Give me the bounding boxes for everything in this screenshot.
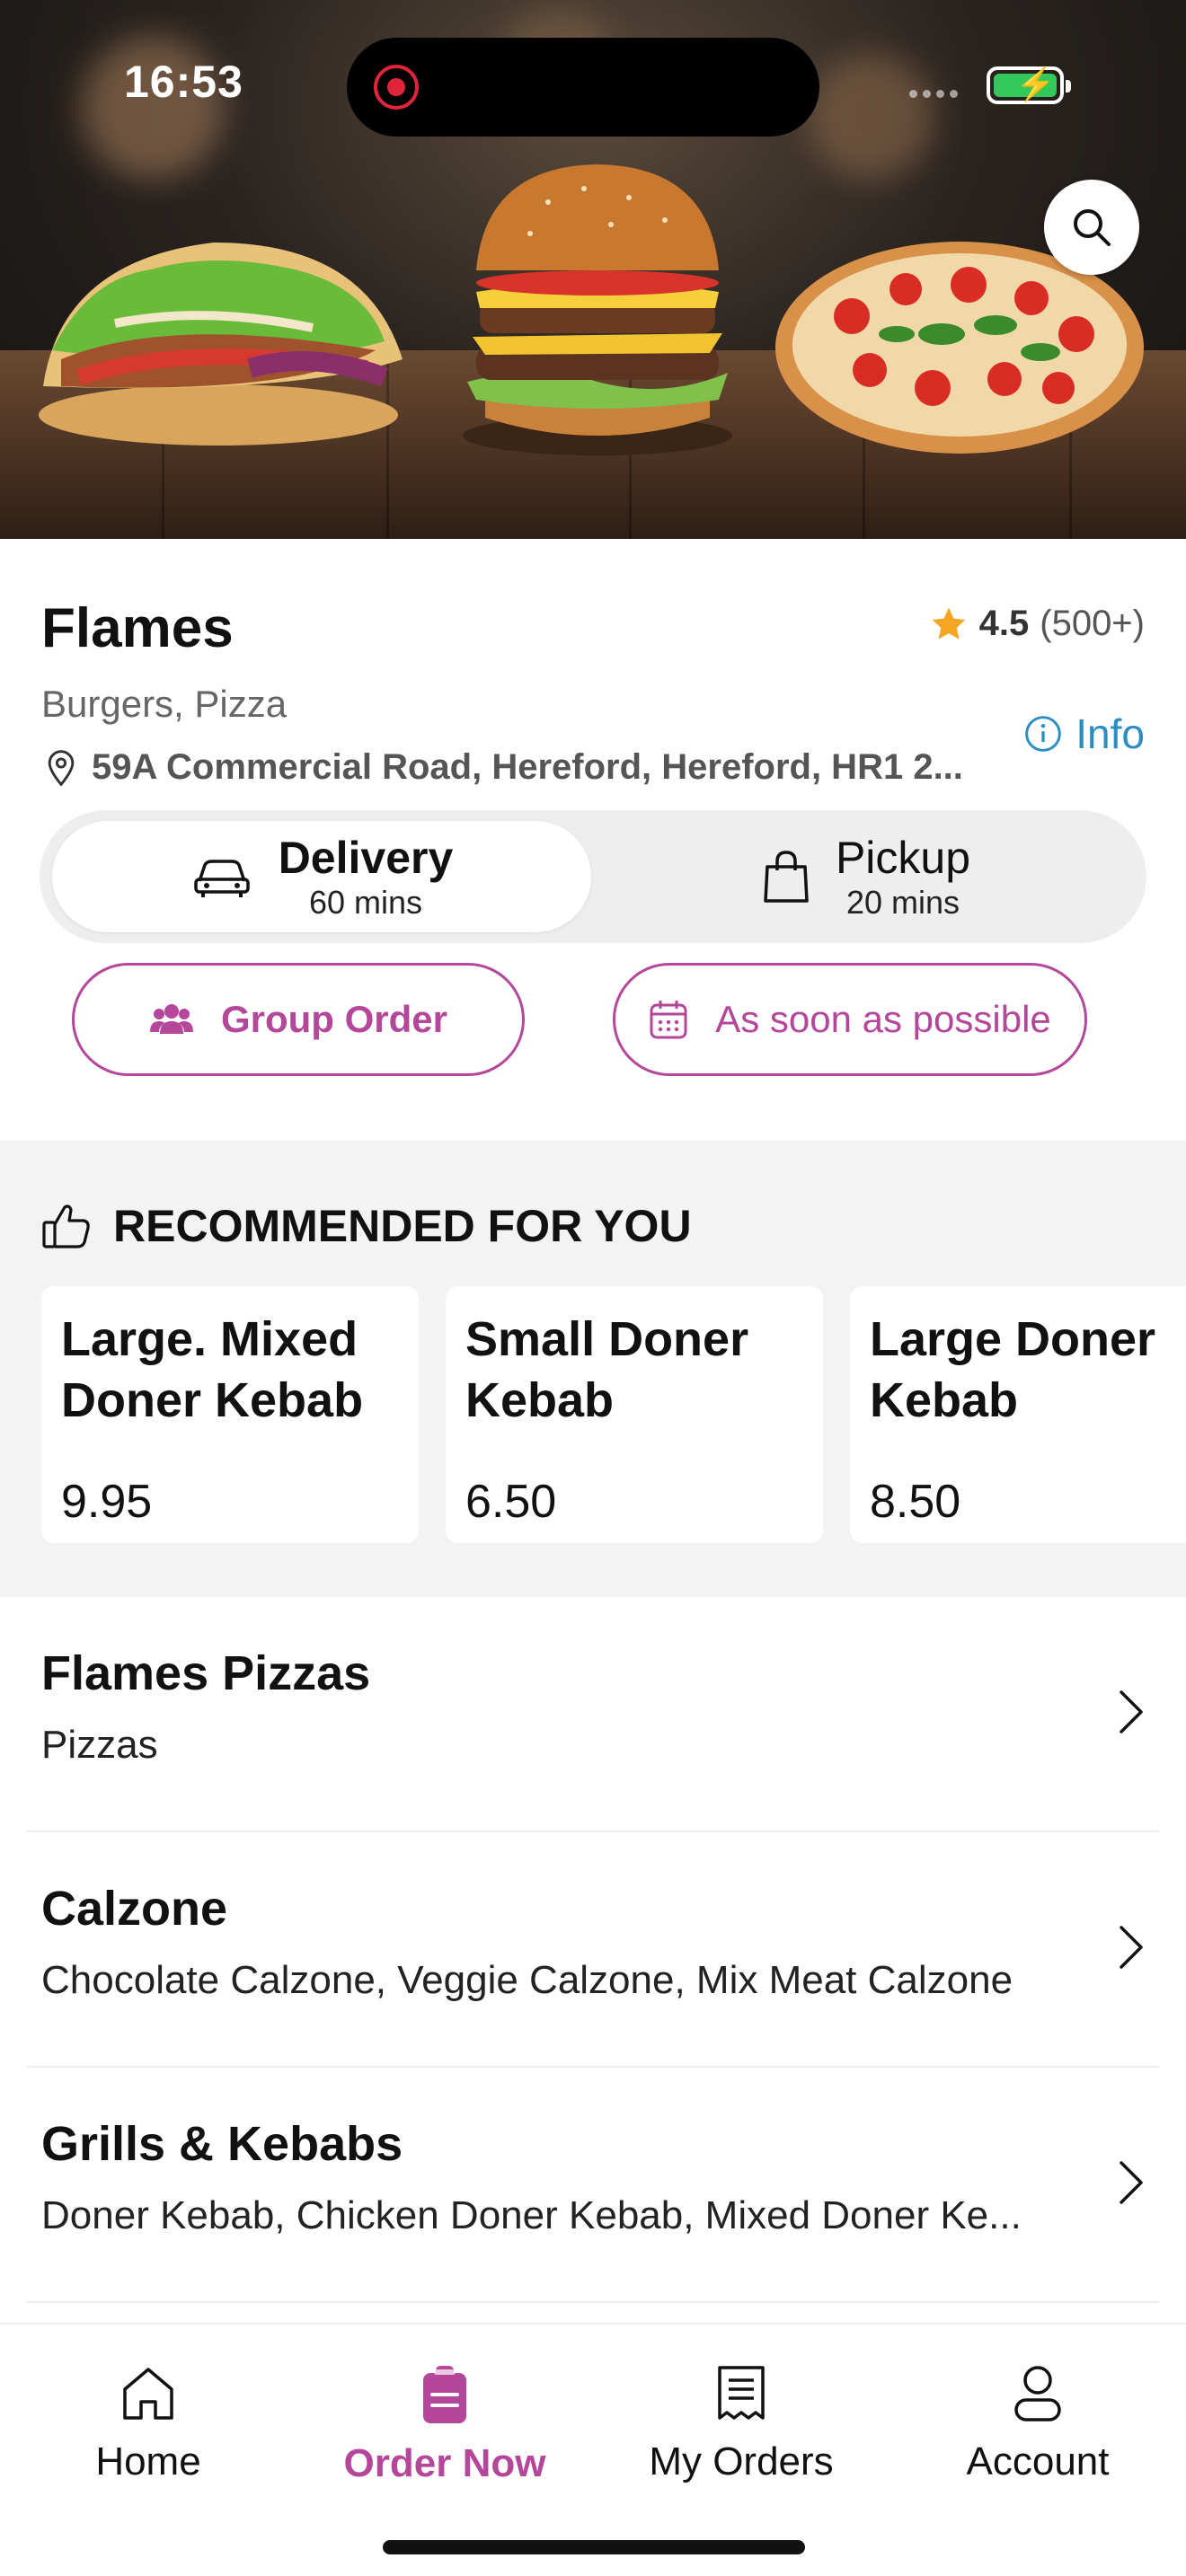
info-label: Info xyxy=(1075,710,1145,757)
chevron-right-icon xyxy=(1120,1926,1143,1969)
restaurant-name: Flames xyxy=(41,597,234,659)
tab-my-orders[interactable]: My Orders xyxy=(593,2364,890,2484)
home-indicator[interactable] xyxy=(383,2540,805,2554)
menu-section-name: Flames Pizzas xyxy=(41,1646,371,1700)
tab-label: My Orders xyxy=(649,2439,834,2483)
delivery-time: 60 mins xyxy=(308,884,423,922)
tab-label: Home xyxy=(95,2439,201,2483)
info-button[interactable]: Info xyxy=(1023,710,1145,758)
group-order-button[interactable]: Group Order xyxy=(72,963,525,1076)
signal-icon xyxy=(909,90,958,98)
recommended-item-name: Small Doner Kebab xyxy=(465,1312,749,1427)
chevron-right-icon xyxy=(1120,1690,1143,1734)
recommended-item-price: 8.50 xyxy=(870,1476,961,1528)
recommended-item-price: 9.95 xyxy=(61,1476,153,1528)
tab-account[interactable]: Account xyxy=(890,2364,1186,2484)
chevron-right-icon xyxy=(1120,2161,1143,2204)
account-icon xyxy=(1014,2366,1061,2422)
dynamic-island xyxy=(347,38,819,137)
status-time: 16:53 xyxy=(124,57,243,107)
recommended-heading: RECOMMENDED FOR YOU xyxy=(41,1200,692,1252)
recommended-title: RECOMMENDED FOR YOU xyxy=(113,1201,692,1251)
tab-order-now[interactable]: Order Now xyxy=(296,2364,593,2486)
recommended-item-name: Large Doner Kebab xyxy=(870,1312,1156,1427)
receipt-icon xyxy=(718,2366,765,2420)
menu-section-row[interactable]: Grills & Kebabs Doner Kebab, Chicken Don… xyxy=(27,2068,1159,2303)
tab-label: Account xyxy=(966,2439,1110,2483)
group-order-label: Group Order xyxy=(220,998,448,1040)
menu-section-name: Grills & Kebabs xyxy=(41,2117,403,2171)
tab-bar: Home Order Now My Orders Account xyxy=(0,2323,1186,2576)
restaurant-info: Flames 4.5 (500+) Burgers, Pizza Info 59… xyxy=(0,539,1186,1141)
recommended-section: RECOMMENDED FOR YOU Large. Mixed Doner K… xyxy=(0,1141,1186,1597)
menu-section-items: Chocolate Calzone, Veggie Calzone, Mix M… xyxy=(41,1958,1013,2002)
cuisine-text: Burgers, Pizza xyxy=(41,683,288,725)
address-text: 59A Commercial Road, Hereford, Hereford,… xyxy=(92,747,963,787)
delivery-option[interactable]: Delivery 60 mins xyxy=(52,821,591,932)
info-icon xyxy=(1025,716,1062,752)
menu-section-row[interactable]: Flames Pizzas Pizzas xyxy=(27,1597,1159,1832)
pickup-label: Pickup xyxy=(835,832,971,883)
search-icon xyxy=(1074,209,1111,246)
recommended-item-name: Large. Mixed Doner Kebab xyxy=(61,1312,364,1427)
menu-section-items: Pizzas xyxy=(41,1723,158,1767)
rating-value: 4.5 xyxy=(978,604,1030,643)
rating: 4.5 (500+) xyxy=(929,604,1145,644)
recording-icon xyxy=(374,65,419,110)
schedule-button[interactable]: As soon as possible xyxy=(613,963,1087,1076)
recommended-card[interactable]: Large. Mixed Doner Kebab 9.95 xyxy=(41,1286,419,1543)
search-button[interactable] xyxy=(1044,180,1139,275)
recommended-item-price: 6.50 xyxy=(465,1476,557,1528)
shopping-bag-icon xyxy=(764,851,809,903)
pickup-option[interactable]: Pickup 20 mins xyxy=(597,821,1136,932)
location-pin-icon xyxy=(48,749,75,787)
menu-section-items: Doner Kebab, Chicken Doner Kebab, Mixed … xyxy=(41,2193,1022,2237)
calendar-icon xyxy=(650,1001,687,1039)
pickup-time: 20 mins xyxy=(845,884,960,922)
recommended-carousel[interactable]: Large. Mixed Doner Kebab 9.95 Small Done… xyxy=(41,1286,1186,1543)
menu-section-name: Calzone xyxy=(41,1882,228,1936)
tab-label: Order Now xyxy=(343,2441,546,2485)
battery-icon: ⚡ xyxy=(987,66,1071,104)
recommended-card[interactable]: Large Doner Kebab 8.50 xyxy=(850,1286,1186,1543)
menu-section-list: Flames Pizzas Pizzas Calzone Chocolate C… xyxy=(0,1597,1186,2303)
order-mode-toggle: Delivery 60 mins Pickup 20 mins xyxy=(40,810,1146,943)
address: 59A Commercial Road, Hereford, Hereford,… xyxy=(41,747,967,788)
group-icon xyxy=(149,1004,193,1034)
charging-bolt-icon: ⚡ xyxy=(1015,66,1056,102)
kebab-image xyxy=(39,243,403,446)
schedule-label: As soon as possible xyxy=(715,998,1051,1040)
order-icon xyxy=(423,2366,466,2423)
menu-section-row[interactable]: Calzone Chocolate Calzone, Veggie Calzon… xyxy=(27,1832,1159,2068)
home-icon xyxy=(123,2368,173,2420)
rating-count: (500+) xyxy=(1040,604,1145,643)
thumbs-up-icon xyxy=(42,1204,90,1248)
car-icon xyxy=(193,860,250,897)
hero-banner: 16:53 ⚡ xyxy=(0,0,1186,539)
recommended-card[interactable]: Small Doner Kebab 6.50 xyxy=(446,1286,823,1543)
star-icon xyxy=(932,607,965,640)
tab-home[interactable]: Home xyxy=(0,2364,296,2484)
delivery-label: Delivery xyxy=(278,832,454,883)
burger-image xyxy=(463,164,732,455)
bokeh-light xyxy=(809,54,934,180)
